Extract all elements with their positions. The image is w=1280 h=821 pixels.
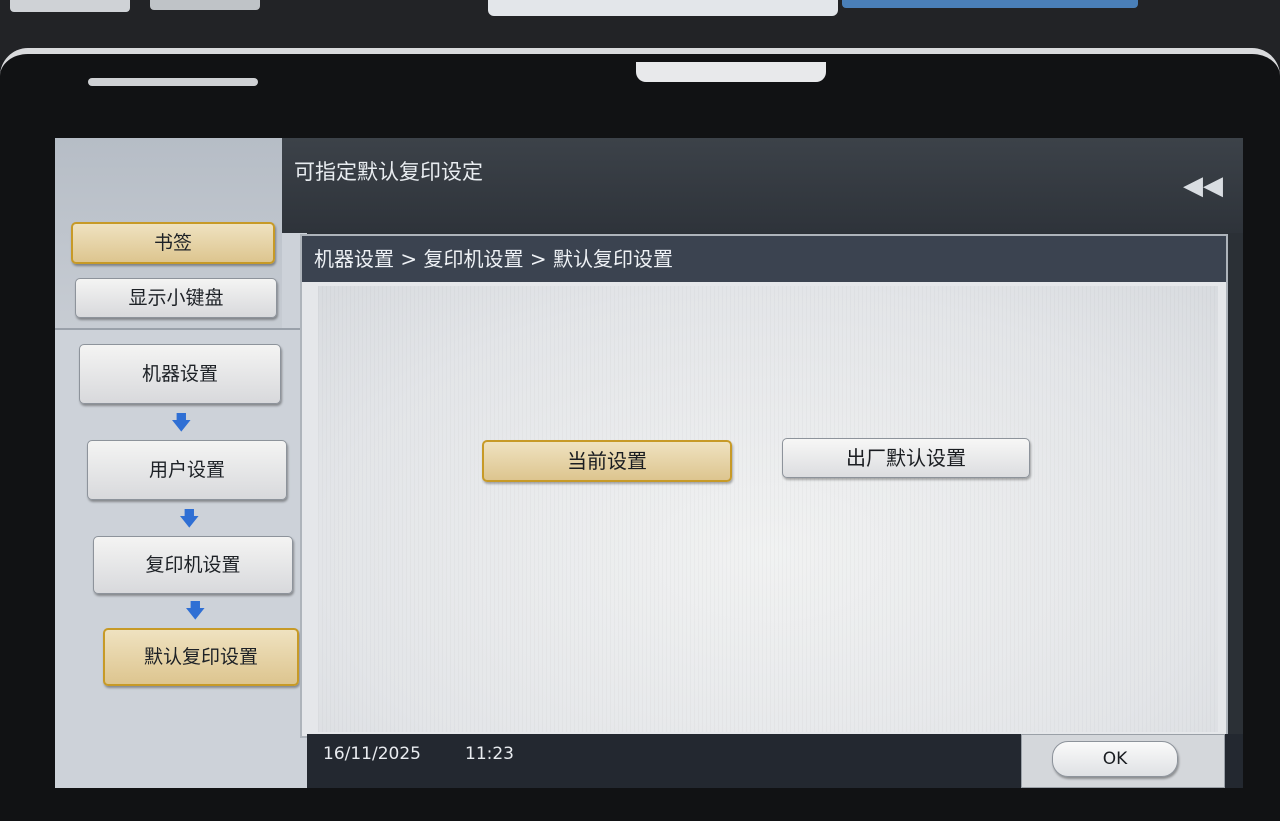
left-panel: 书签 显示小键盘 机器设置 🡇 用户设置 🡇 复印机设置 🡇 默认复印设置 — [55, 138, 307, 788]
bookmark-button[interactable]: 书签 — [71, 222, 275, 264]
nav-machine-settings[interactable]: 机器设置 — [79, 344, 281, 404]
device-label — [10, 0, 130, 12]
nav-user-settings[interactable]: 用户设置 — [87, 440, 287, 500]
status-date: 16/11/2025 — [323, 744, 421, 764]
title-bar: 可指定默认复印设定 ◀◀ — [282, 138, 1243, 233]
show-keypad-button[interactable]: 显示小键盘 — [75, 278, 277, 318]
ok-area: OK — [1021, 734, 1225, 788]
breadcrumb: 机器设置 > 复印机设置 > 默认复印设置 — [302, 236, 1226, 282]
double-left-arrow-icon[interactable]: ◀◀ — [1183, 172, 1223, 200]
factory-default-button[interactable]: 出厂默认设置 — [782, 438, 1030, 478]
arrow-down-icon: 🡇 — [179, 506, 200, 530]
bezel-tab — [636, 62, 826, 82]
divider — [55, 328, 307, 330]
device-label — [488, 0, 838, 16]
nav-copier-settings[interactable]: 复印机设置 — [93, 536, 293, 594]
bezel-tab — [88, 78, 258, 86]
status-time: 11:23 — [465, 744, 514, 764]
touch-screen: 书签 显示小键盘 机器设置 🡇 用户设置 🡇 复印机设置 🡇 默认复印设置 可指… — [55, 138, 1243, 788]
arrow-down-icon: 🡇 — [185, 598, 206, 622]
content-body: 当前设置 出厂默认设置 — [318, 286, 1218, 732]
current-settings-button[interactable]: 当前设置 — [482, 440, 732, 482]
device-label — [150, 0, 260, 10]
ok-button[interactable]: OK — [1052, 741, 1178, 777]
nav-default-copy-settings[interactable]: 默认复印设置 — [103, 628, 299, 686]
device-label — [842, 0, 1138, 8]
arrow-down-icon: 🡇 — [171, 410, 192, 434]
page-title: 可指定默认复印设定 — [294, 160, 483, 184]
content-panel: 机器设置 > 复印机设置 > 默认复印设置 当前设置 出厂默认设置 — [300, 234, 1228, 738]
